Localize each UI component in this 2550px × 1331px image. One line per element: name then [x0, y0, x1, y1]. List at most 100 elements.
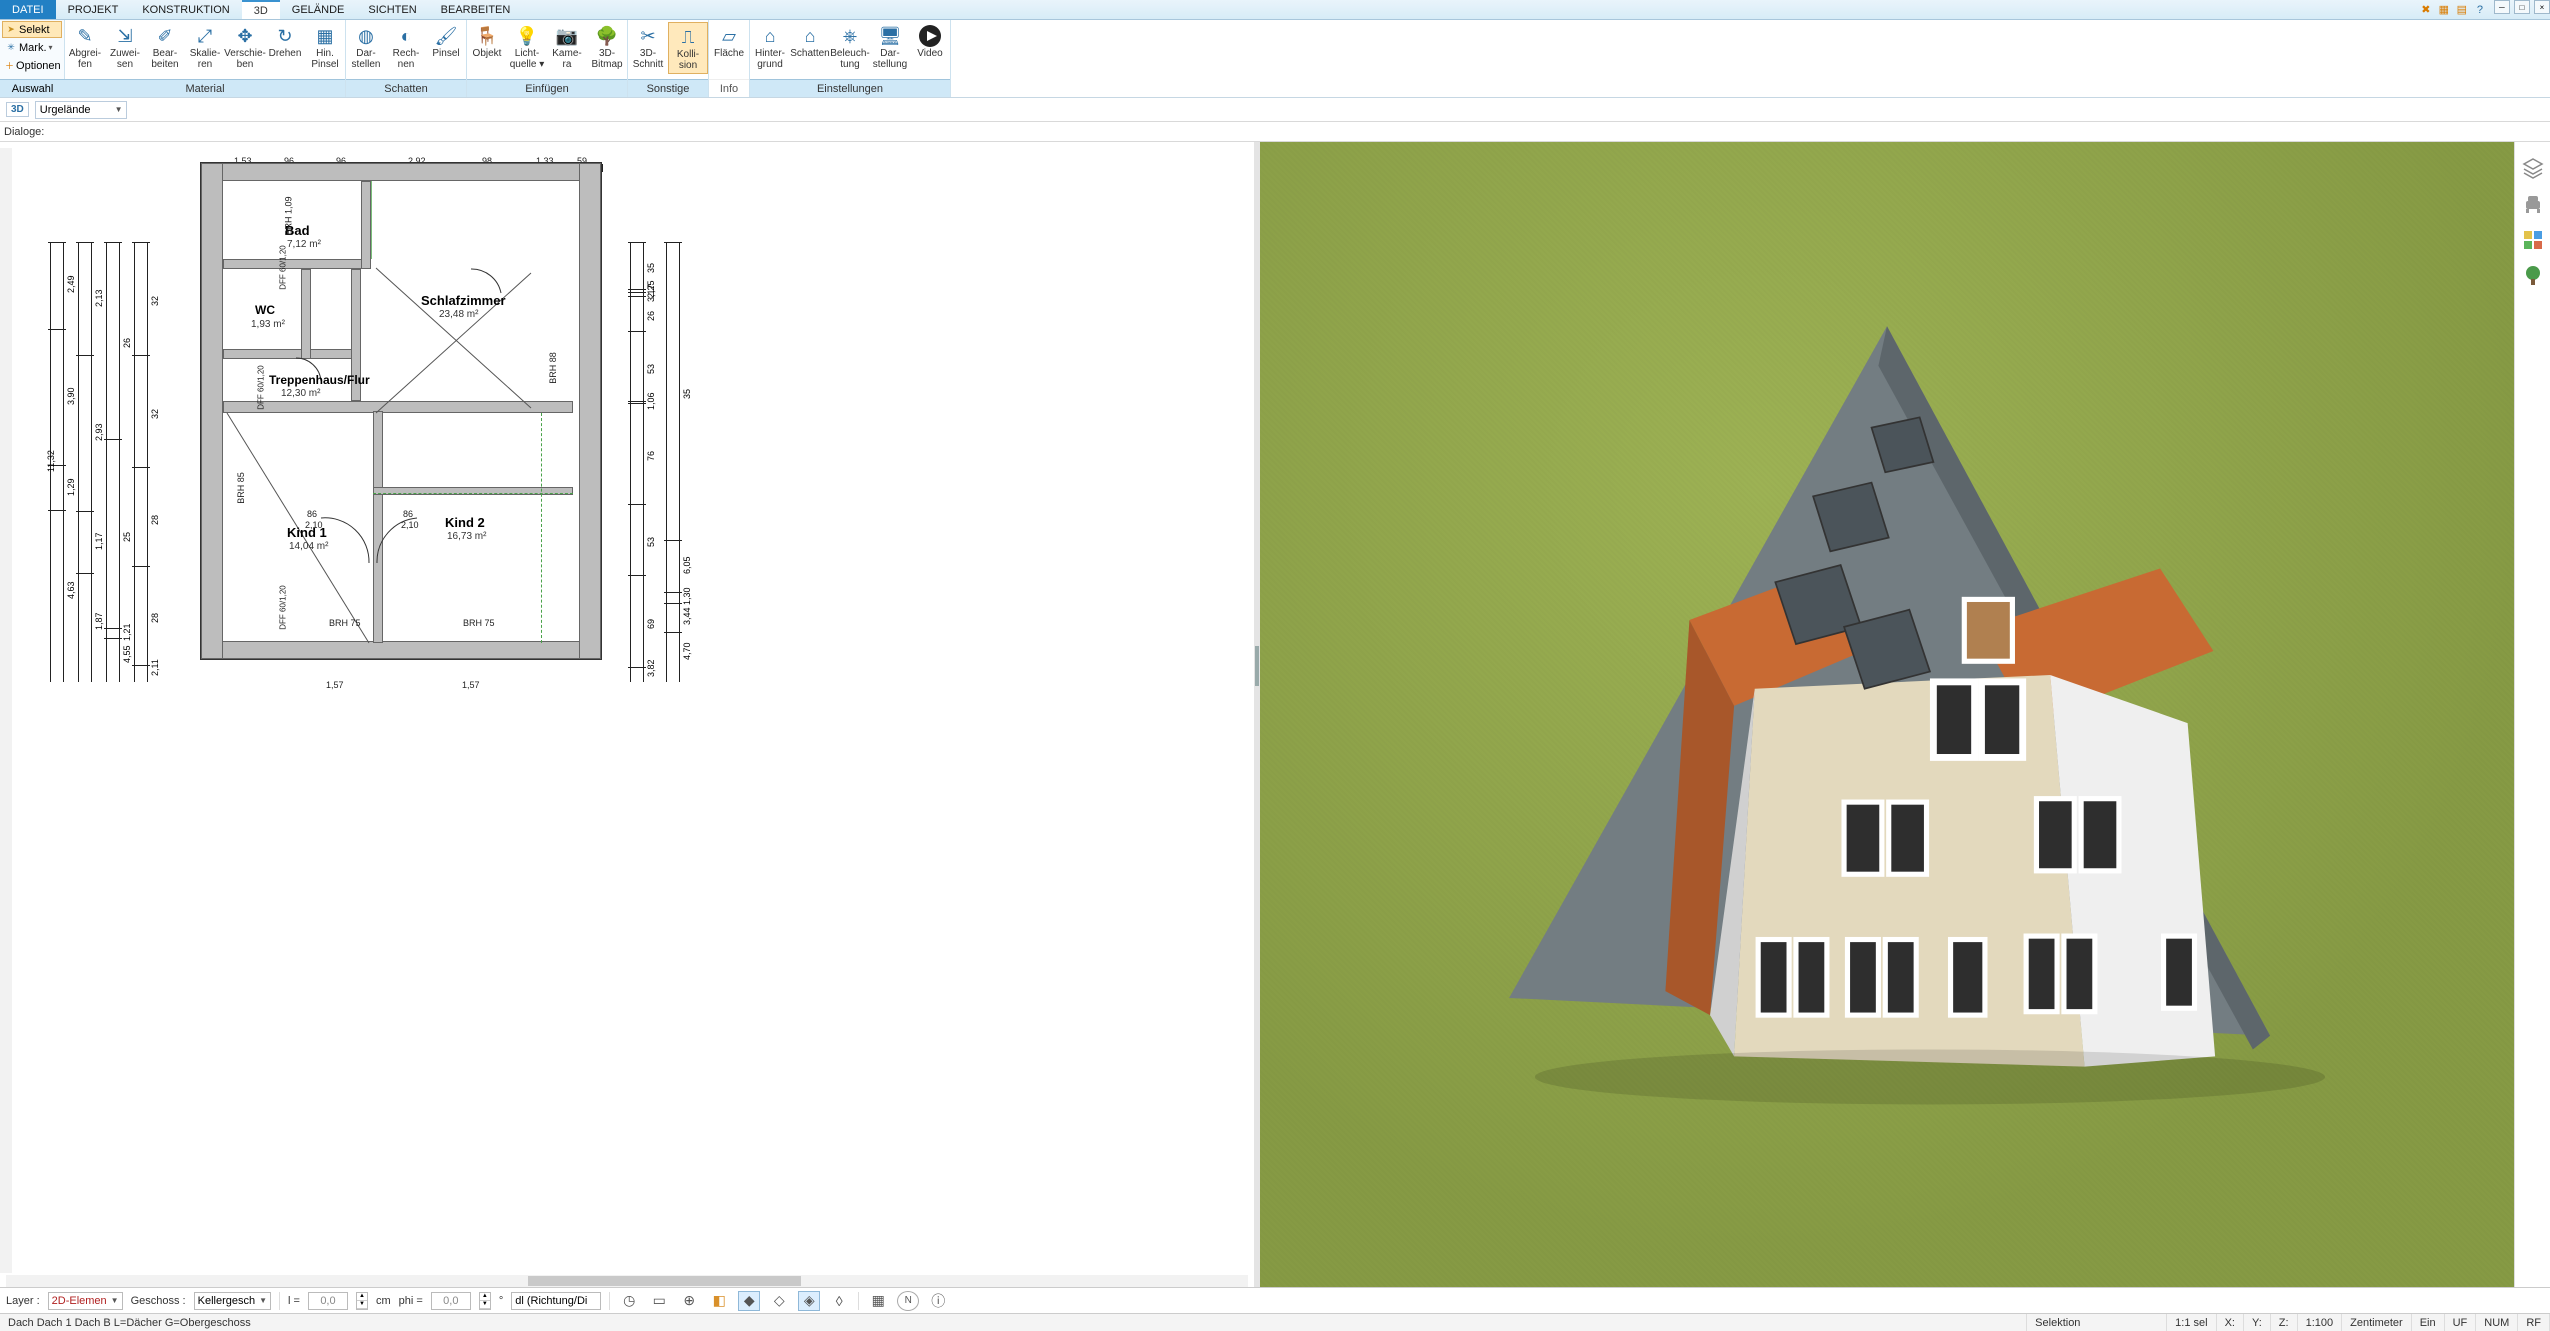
hinpinsel-button[interactable]: ▦Hin. Pinsel — [305, 22, 345, 72]
north-icon[interactable]: N — [897, 1291, 919, 1311]
status-ein: Ein — [2412, 1314, 2445, 1331]
optionen-button[interactable]: ＋Optionen — [2, 57, 62, 74]
phi-input[interactable] — [431, 1292, 471, 1310]
kollision-button[interactable]: ⎍Kolli- sion — [668, 22, 708, 74]
color-palette-icon[interactable] — [2521, 228, 2545, 252]
scrollbar-horizontal[interactable] — [6, 1275, 1248, 1287]
help-icon[interactable]: ? — [2473, 3, 2487, 17]
maximize-button[interactable]: □ — [2514, 0, 2530, 14]
rechnen-button[interactable]: ◐Rech- nen — [386, 22, 426, 72]
menu-gelaende[interactable]: GELÄNDE — [280, 0, 357, 19]
dim-right-label: 3,82 — [646, 660, 656, 678]
skalieren-button[interactable]: ⤢Skalie- ren — [185, 22, 225, 72]
flaeche-button[interactable]: ▱Fläche — [709, 22, 749, 61]
rechnen-icon: ◐ — [393, 24, 419, 48]
darstellen-button[interactable]: ◍Dar- stellen — [346, 22, 386, 72]
snap4-icon[interactable]: ◊ — [828, 1291, 850, 1311]
dialoge-label: Dialoge: — [4, 126, 44, 138]
dim-left-label: 1,21 — [122, 623, 132, 641]
licht-button[interactable]: 💡Licht- quelle ▾ — [507, 22, 547, 72]
dim-right-label: 69 — [646, 619, 656, 629]
schatten2-button[interactable]: ⌂Schatten — [790, 22, 830, 61]
layers-icon[interactable]: ◧ — [708, 1291, 730, 1311]
drehen-label: Drehen — [269, 48, 302, 59]
hintergrund-button[interactable]: ⌂Hinter- grund — [750, 22, 790, 72]
menu-projekt[interactable]: PROJEKT — [56, 0, 131, 19]
verschieben-button[interactable]: ✥Verschie- ben — [225, 22, 265, 72]
darstellung-icon: 🖥 — [877, 24, 903, 48]
menu-sichten[interactable]: SICHTEN — [356, 0, 428, 19]
dim-chain-left: 2,493,901,294,632,132,931,171,8726251,21… — [50, 242, 170, 682]
length-spinner[interactable]: ▲▼ — [356, 1292, 368, 1310]
view-3d-badge: 3D — [6, 102, 29, 117]
kollision-label: Kolli- sion — [677, 49, 699, 71]
beleuchtung-button[interactable]: ⎈Beleuch- tung — [830, 22, 870, 72]
clock-icon[interactable]: ◷ — [618, 1291, 640, 1311]
dim-right-label: 53 — [646, 364, 656, 374]
geschoss-label: Geschoss : — [131, 1295, 186, 1307]
terrain-combo[interactable]: Urgelände ▼ — [35, 101, 128, 119]
schatten-label: Schatten — [346, 79, 466, 97]
layer-label: Layer : — [6, 1295, 40, 1307]
schnitt-button[interactable]: ✂3D- Schnitt — [628, 22, 668, 72]
ribbon-sonstige-group: ✂3D- Schnitt⎍Kolli- sion Sonstige — [628, 20, 709, 97]
layer-combo[interactable]: 2D-Elemen▼ — [48, 1292, 123, 1310]
darstellung-label: Dar- stellung — [873, 48, 907, 70]
workspace: 2,493,901,294,632,132,931,171,8726251,21… — [0, 142, 2550, 1287]
grid-icon[interactable]: ▦ — [867, 1291, 889, 1311]
close-button[interactable]: × — [2534, 0, 2550, 14]
snap2-icon[interactable]: ◇ — [768, 1291, 790, 1311]
video-button[interactable]: Video — [910, 22, 950, 61]
room-treppe-area: 12,30 m² — [281, 388, 320, 399]
geschoss-combo[interactable]: Kellergesch▼ — [194, 1292, 271, 1310]
room-bad-area: 7,12 m² — [287, 239, 321, 250]
furniture-palette-icon[interactable] — [2521, 192, 2545, 216]
brh-label: BRH 75 — [329, 618, 361, 628]
tree-palette-icon[interactable] — [2521, 264, 2545, 288]
menu-bearbeiten[interactable]: BEARBEITEN — [429, 0, 523, 19]
wrench-icon[interactable]: ✖ — [2419, 3, 2433, 17]
package-icon[interactable]: ▦ — [2437, 3, 2451, 17]
terrain-combo-value: Urgelände — [40, 104, 91, 116]
minimize-button[interactable]: ─ — [2494, 0, 2510, 14]
zuweisen-icon: ⇲ — [112, 24, 138, 48]
ribbon-auswahl-group: ➤Selekt ✳Mark.▾ ＋Optionen Auswahl — [0, 20, 65, 97]
video-label: Video — [917, 48, 942, 59]
darstellen-label: Dar- stellen — [352, 48, 381, 70]
globe-icon[interactable]: ⊕ — [678, 1291, 700, 1311]
snap3-icon[interactable]: ◈ — [798, 1291, 820, 1311]
floorplan-pane[interactable]: 2,493,901,294,632,132,931,171,8726251,21… — [0, 142, 1254, 1287]
chevron-down-icon: ▼ — [115, 105, 123, 114]
clipboard-icon[interactable]: ▤ — [2455, 3, 2469, 17]
bearbeiten-button[interactable]: ✐Bear- beiten — [145, 22, 185, 72]
objekt-button[interactable]: 🪑Objekt — [467, 22, 507, 61]
side-palette — [2514, 142, 2550, 1287]
3d-view-pane[interactable] — [1260, 142, 2514, 1287]
pinsel-button[interactable]: 🖌Pinsel — [426, 22, 466, 61]
scrollbar-vertical[interactable] — [0, 148, 12, 1273]
dl-combo[interactable]: dl (Richtung/Di — [511, 1292, 601, 1310]
kamera-button[interactable]: 📷Kame- ra — [547, 22, 587, 72]
phi-spinner[interactable]: ▲▼ — [479, 1292, 491, 1310]
status-bar: Dach Dach 1 Dach B L=Dächer G=Obergescho… — [0, 1313, 2550, 1331]
layers-palette-icon[interactable] — [2521, 156, 2545, 180]
mark-button[interactable]: ✳Mark.▾ — [2, 39, 62, 56]
zuweisen-button[interactable]: ⇲Zuwei- sen — [105, 22, 145, 72]
abgreifen-button[interactable]: ✎Abgrei- fen — [65, 22, 105, 72]
drehen-button[interactable]: ↻Drehen — [265, 22, 305, 61]
menu-konstruktion[interactable]: KONSTRUKTION — [130, 0, 241, 19]
title-icon-group: ✖ ▦ ▤ ? — [2419, 0, 2493, 19]
menu-3d[interactable]: 3D — [242, 0, 280, 19]
darstellung-button[interactable]: 🖥Dar- stellung — [870, 22, 910, 72]
dim-left-label: 28 — [150, 515, 160, 525]
bottom-toolbar: Layer : 2D-Elemen▼ Geschoss : Kellergesc… — [0, 1287, 2550, 1313]
monitor-icon[interactable]: ▭ — [648, 1291, 670, 1311]
bitmap-button[interactable]: 🌳3D- Bitmap — [587, 22, 627, 72]
menu-datei[interactable]: DATEI — [0, 0, 56, 19]
phi-label: phi = — [399, 1295, 423, 1307]
info-icon[interactable]: ⓘ — [927, 1291, 949, 1311]
length-input[interactable] — [308, 1292, 348, 1310]
snap1-icon[interactable]: ◆ — [738, 1291, 760, 1311]
room-wc-area: 1,93 m² — [251, 319, 285, 330]
selekt-button[interactable]: ➤Selekt — [2, 21, 62, 38]
